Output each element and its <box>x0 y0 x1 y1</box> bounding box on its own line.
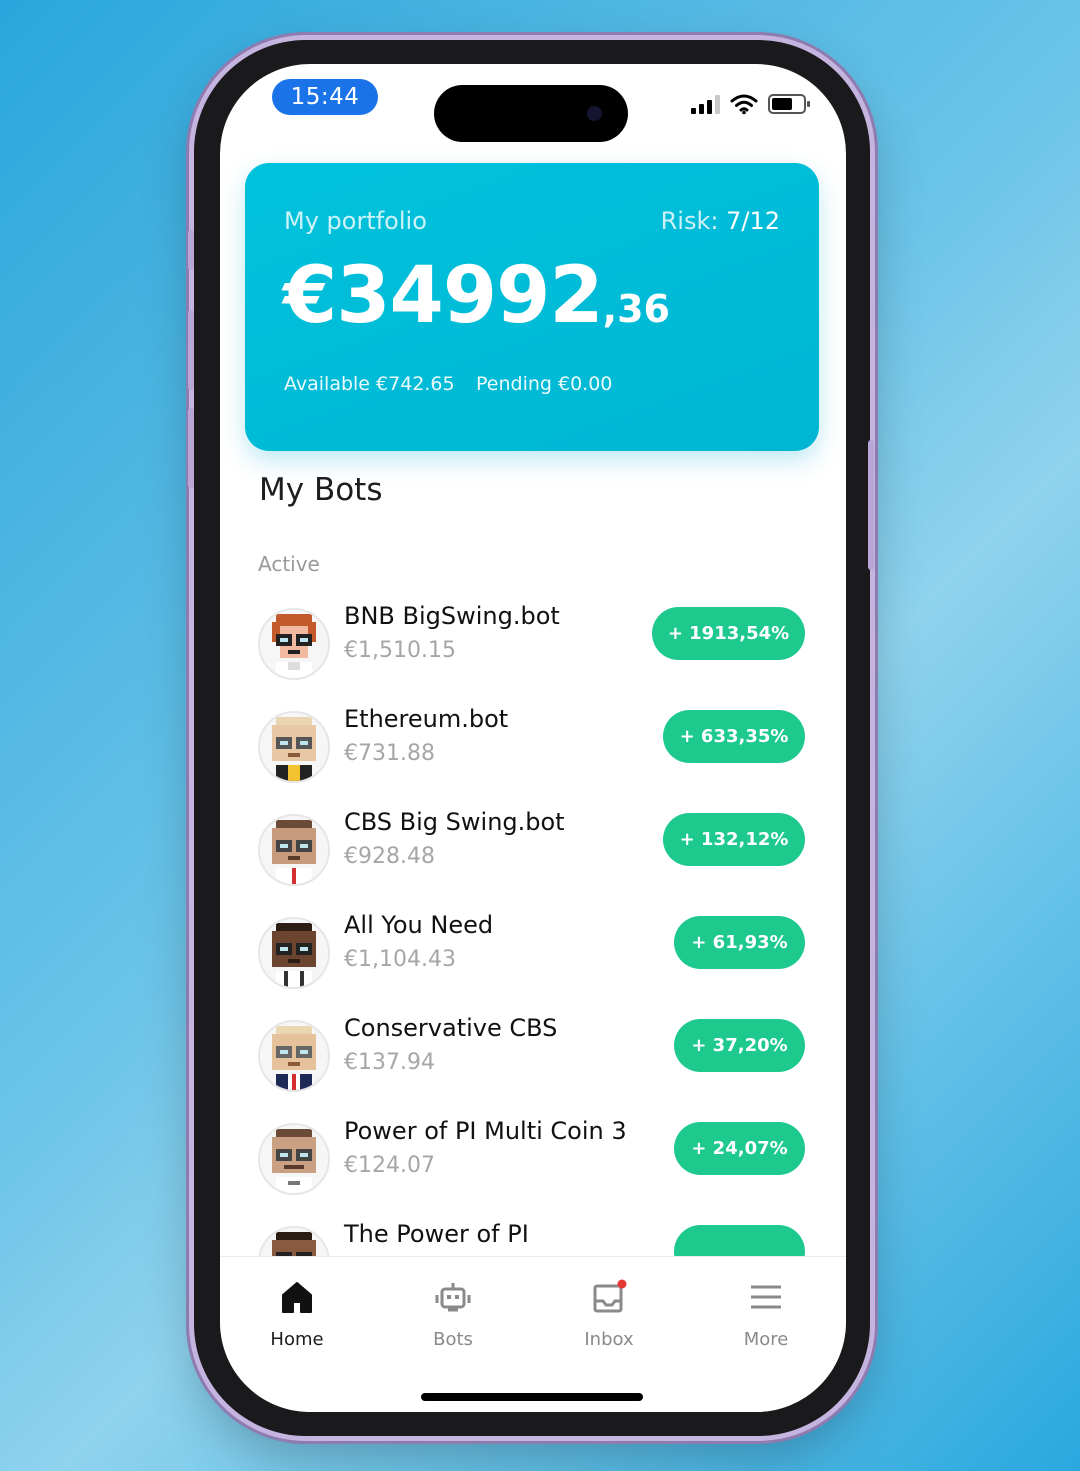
inbox-icon <box>593 1279 627 1313</box>
bot-name: All You Need <box>344 911 494 939</box>
performance-badge: + 633,35% <box>663 710 805 763</box>
performance-badge <box>674 1225 805 1256</box>
portfolio-label: My portfolio <box>284 207 427 235</box>
bot-name: Ethereum.bot <box>344 705 509 733</box>
bot-value: €1,104.43 <box>344 947 456 972</box>
risk-label: Risk: <box>660 207 719 235</box>
tab-label: More <box>743 1329 789 1350</box>
bot-row[interactable]: Conservative CBS €137.94 + 37,20% <box>220 1006 846 1092</box>
notification-dot <box>617 1279 627 1289</box>
bot-name: The Power of PI <box>344 1220 529 1248</box>
app-screen: 15:44 My portfolio Risk: 7/12 €34992,36 … <box>220 64 846 1412</box>
status-icons <box>691 90 810 118</box>
bot-row[interactable]: CBS Big Swing.bot €928.48 + 132,12% <box>220 800 846 886</box>
cellular-signal-icon <box>691 94 720 114</box>
bot-avatar <box>258 917 330 989</box>
tab-label: Inbox <box>584 1329 634 1350</box>
bot-row[interactable]: All You Need €1,104.43 + 61,93% <box>220 903 846 989</box>
action-button <box>188 230 194 270</box>
tab-label: Home <box>270 1329 324 1350</box>
portfolio-balance: €34992,36 <box>283 251 670 341</box>
robot-icon <box>435 1283 471 1312</box>
power-button <box>868 440 874 570</box>
available-balance: Available €742.65 <box>284 373 455 395</box>
bot-value: €137.94 <box>344 1050 435 1075</box>
performance-badge: + 1913,54% <box>652 607 805 660</box>
tab-more[interactable]: More <box>706 1279 826 1359</box>
bot-row[interactable]: Ethereum.bot €731.88 + 633,35% <box>220 697 846 783</box>
section-title: My Bots <box>259 472 383 508</box>
home-indicator[interactable] <box>421 1393 643 1401</box>
bot-list[interactable]: BNB BigSwing.bot €1,510.15 + 1913,54% Et… <box>220 594 846 1256</box>
bot-name: CBS Big Swing.bot <box>344 808 565 836</box>
subsection-label: Active <box>258 552 320 576</box>
status-time: 15:44 <box>272 79 378 115</box>
bot-avatar <box>258 1226 330 1256</box>
dynamic-island <box>434 85 628 142</box>
bot-row[interactable]: The Power of PI <box>220 1212 846 1256</box>
performance-badge: + 61,93% <box>674 916 805 969</box>
balance-main: €34992 <box>283 251 604 341</box>
pending-balance: Pending €0.00 <box>476 373 613 395</box>
tab-inbox[interactable]: Inbox <box>549 1279 669 1359</box>
performance-badge: + 132,12% <box>663 813 805 866</box>
bot-avatar <box>258 711 330 783</box>
risk-value: 7/12 <box>726 207 780 235</box>
performance-badge: + 24,07% <box>674 1122 805 1175</box>
performance-badge: + 37,20% <box>674 1019 805 1072</box>
bot-avatar <box>258 814 330 886</box>
bot-value: €1,510.15 <box>344 638 456 663</box>
wifi-icon <box>730 94 758 115</box>
tab-bots[interactable]: Bots <box>393 1279 513 1359</box>
volume-up-button <box>188 310 194 390</box>
bot-name: Conservative CBS <box>344 1014 558 1042</box>
camera-icon <box>587 106 602 121</box>
bot-avatar <box>258 608 330 680</box>
bot-value: €928.48 <box>344 844 435 869</box>
bot-row[interactable]: BNB BigSwing.bot €1,510.15 + 1913,54% <box>220 594 846 680</box>
tab-bar: Home Bots Inbox More <box>220 1256 846 1412</box>
volume-down-button <box>188 408 194 488</box>
tab-home[interactable]: Home <box>237 1279 357 1359</box>
balance-cents: ,36 <box>602 287 670 331</box>
bot-row[interactable]: Power of PI Multi Coin 3 €124.07 + 24,07… <box>220 1109 846 1195</box>
bot-value: €124.07 <box>344 1153 435 1178</box>
home-icon <box>282 1282 312 1313</box>
bot-name: BNB BigSwing.bot <box>344 602 560 630</box>
battery-icon <box>768 94 810 114</box>
bot-avatar <box>258 1020 330 1092</box>
bot-value: €731.88 <box>344 741 435 766</box>
tab-label: Bots <box>433 1329 473 1350</box>
portfolio-card[interactable]: My portfolio Risk: 7/12 €34992,36 Availa… <box>245 163 819 451</box>
bot-avatar <box>258 1123 330 1195</box>
bot-name: Power of PI Multi Coin 3 <box>344 1117 627 1145</box>
risk-indicator: Risk: 7/12 <box>661 207 780 235</box>
menu-icon <box>751 1285 781 1309</box>
